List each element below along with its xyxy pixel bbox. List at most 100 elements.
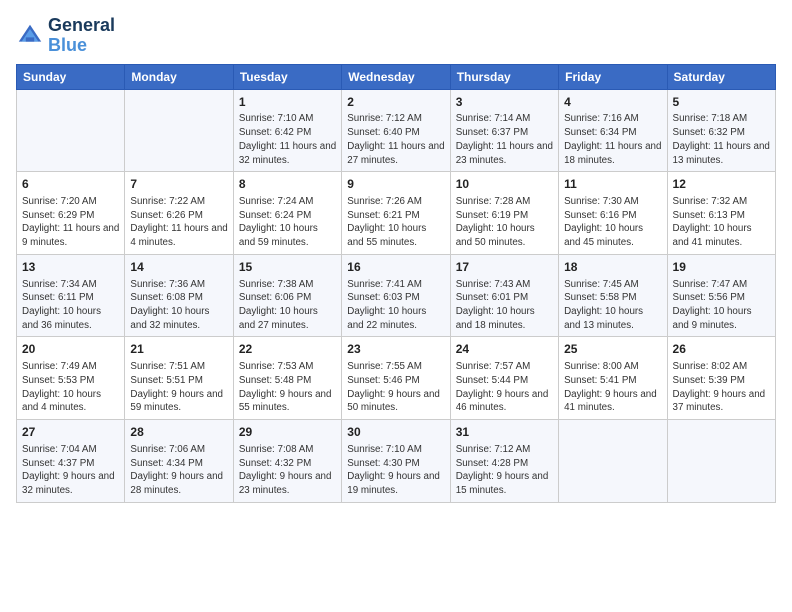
day-number: 21 [130,341,227,358]
calendar-cell: 24 Sunrise: 7:57 AM Sunset: 5:44 PM Dayli… [450,337,558,420]
day-number: 26 [673,341,770,358]
calendar-cell: 26Sunrise: 8:02 AM Sunset: 5:39 PM Dayli… [667,337,775,420]
day-detail: Sunrise: 7:08 AM Sunset: 4:32 PM Dayligh… [239,443,336,498]
calendar-cell: 17 Sunrise: 7:43 AM Sunset: 6:01 PM Dayli… [450,254,558,337]
day-detail: Sunrise: 7:12 AM Sunset: 6:40 PM Dayligh… [347,112,444,167]
day-number: 11 [564,176,661,193]
day-detail: Sunrise: 7:38 AM Sunset: 6:06 PM Dayligh… [239,278,336,333]
calendar-cell: 30 Sunrise: 7:10 AM Sunset: 4:30 PM Dayli… [342,420,450,503]
day-number: 2 [347,94,444,111]
calendar-cell: 4Sunrise: 7:16 AM Sunset: 6:34 PM Daylig… [559,89,667,172]
calendar-cell: 6Sunrise: 7:20 AM Sunset: 6:29 PM Daylig… [17,172,125,255]
day-number: 22 [239,341,336,358]
calendar-cell [125,89,233,172]
logo-icon [16,22,44,50]
calendar-cell: 16 Sunrise: 7:41 AM Sunset: 6:03 PM Dayli… [342,254,450,337]
calendar-cell: 2Sunrise: 7:12 AM Sunset: 6:40 PM Daylig… [342,89,450,172]
day-number: 31 [456,424,553,441]
day-detail: Sunrise: 7:41 AM Sunset: 6:03 PM Dayligh… [347,278,444,333]
day-detail: Sunrise: 7:30 AM Sunset: 6:16 PM Dayligh… [564,195,661,250]
day-number: 25 [564,341,661,358]
day-number: 27 [22,424,119,441]
logo-text: General Blue [48,16,115,56]
day-number: 6 [22,176,119,193]
day-detail: Sunrise: 8:00 AM Sunset: 5:41 PM Dayligh… [564,360,661,415]
calendar-cell: 31 Sunrise: 7:12 AM Sunset: 4:28 PM Dayli… [450,420,558,503]
calendar-cell: 21 Sunrise: 7:51 AM Sunset: 5:51 PM Dayli… [125,337,233,420]
calendar-cell: 11 Sunrise: 7:30 AM Sunset: 6:16 PM Dayli… [559,172,667,255]
day-detail: Sunrise: 7:43 AM Sunset: 6:01 PM Dayligh… [456,278,553,333]
calendar-cell: 22 Sunrise: 7:53 AM Sunset: 5:48 PM Dayli… [233,337,341,420]
day-detail: Sunrise: 7:18 AM Sunset: 6:32 PM Dayligh… [673,112,770,167]
day-number: 24 [456,341,553,358]
day-detail: Sunrise: 7:36 AM Sunset: 6:08 PM Dayligh… [130,278,227,333]
day-number: 20 [22,341,119,358]
day-detail: Sunrise: 7:24 AM Sunset: 6:24 PM Dayligh… [239,195,336,250]
calendar-cell: 29 Sunrise: 7:08 AM Sunset: 4:32 PM Dayli… [233,420,341,503]
day-detail: Sunrise: 7:49 AM Sunset: 5:53 PM Dayligh… [22,360,119,415]
day-detail: Sunrise: 7:22 AM Sunset: 6:26 PM Dayligh… [130,195,227,250]
day-number: 29 [239,424,336,441]
day-number: 14 [130,259,227,276]
calendar-cell: 20 Sunrise: 7:49 AM Sunset: 5:53 PM Dayli… [17,337,125,420]
calendar-cell: 27Sunrise: 7:04 AM Sunset: 4:37 PM Dayli… [17,420,125,503]
calendar-cell: 8Sunrise: 7:24 AM Sunset: 6:24 PM Daylig… [233,172,341,255]
day-number: 30 [347,424,444,441]
week-row-1: 1Sunrise: 7:10 AM Sunset: 6:42 PM Daylig… [17,89,776,172]
day-detail: Sunrise: 7:45 AM Sunset: 5:58 PM Dayligh… [564,278,661,333]
calendar-cell: 18 Sunrise: 7:45 AM Sunset: 5:58 PM Dayli… [559,254,667,337]
calendar-cell: 9 Sunrise: 7:26 AM Sunset: 6:21 PM Daylig… [342,172,450,255]
calendar-cell: 5Sunrise: 7:18 AM Sunset: 6:32 PM Daylig… [667,89,775,172]
calendar-cell: 12Sunrise: 7:32 AM Sunset: 6:13 PM Dayli… [667,172,775,255]
day-header-monday: Monday [125,64,233,89]
day-number: 13 [22,259,119,276]
day-detail: Sunrise: 7:06 AM Sunset: 4:34 PM Dayligh… [130,443,227,498]
day-header-wednesday: Wednesday [342,64,450,89]
day-detail: Sunrise: 7:10 AM Sunset: 4:30 PM Dayligh… [347,443,444,498]
day-detail: Sunrise: 7:12 AM Sunset: 4:28 PM Dayligh… [456,443,553,498]
calendar-cell: 25 Sunrise: 8:00 AM Sunset: 5:41 PM Dayli… [559,337,667,420]
day-number: 1 [239,94,336,111]
calendar-cell: 3Sunrise: 7:14 AM Sunset: 6:37 PM Daylig… [450,89,558,172]
week-row-4: 20 Sunrise: 7:49 AM Sunset: 5:53 PM Dayli… [17,337,776,420]
day-detail: Sunrise: 7:14 AM Sunset: 6:37 PM Dayligh… [456,112,553,167]
week-row-2: 6Sunrise: 7:20 AM Sunset: 6:29 PM Daylig… [17,172,776,255]
day-header-thursday: Thursday [450,64,558,89]
day-number: 3 [456,94,553,111]
day-number: 9 [347,176,444,193]
day-detail: Sunrise: 7:34 AM Sunset: 6:11 PM Dayligh… [22,278,119,333]
calendar-cell: 10Sunrise: 7:28 AM Sunset: 6:19 PM Dayli… [450,172,558,255]
calendar-cell: 19 Sunrise: 7:47 AM Sunset: 5:56 PM Dayli… [667,254,775,337]
day-detail: Sunrise: 7:47 AM Sunset: 5:56 PM Dayligh… [673,278,770,333]
day-number: 7 [130,176,227,193]
day-detail: Sunrise: 7:26 AM Sunset: 6:21 PM Dayligh… [347,195,444,250]
calendar-cell: 14 Sunrise: 7:36 AM Sunset: 6:08 PM Dayli… [125,254,233,337]
day-header-tuesday: Tuesday [233,64,341,89]
day-number: 23 [347,341,444,358]
day-number: 18 [564,259,661,276]
day-number: 4 [564,94,661,111]
day-header-sunday: Sunday [17,64,125,89]
calendar-cell [17,89,125,172]
calendar-cell: 28Sunrise: 7:06 AM Sunset: 4:34 PM Dayli… [125,420,233,503]
calendar-cell: 23Sunrise: 7:55 AM Sunset: 5:46 PM Dayli… [342,337,450,420]
day-detail: Sunrise: 7:53 AM Sunset: 5:48 PM Dayligh… [239,360,336,415]
calendar-cell: 13 Sunrise: 7:34 AM Sunset: 6:11 PM Dayli… [17,254,125,337]
calendar-cell: 7 Sunrise: 7:22 AM Sunset: 6:26 PM Daylig… [125,172,233,255]
page-header: General Blue [16,16,776,56]
day-detail: Sunrise: 7:57 AM Sunset: 5:44 PM Dayligh… [456,360,553,415]
day-header-friday: Friday [559,64,667,89]
day-number: 5 [673,94,770,111]
day-number: 19 [673,259,770,276]
calendar-cell: 15Sunrise: 7:38 AM Sunset: 6:06 PM Dayli… [233,254,341,337]
day-number: 10 [456,176,553,193]
day-number: 17 [456,259,553,276]
day-number: 16 [347,259,444,276]
day-header-saturday: Saturday [667,64,775,89]
week-row-3: 13 Sunrise: 7:34 AM Sunset: 6:11 PM Dayli… [17,254,776,337]
day-detail: Sunrise: 7:51 AM Sunset: 5:51 PM Dayligh… [130,360,227,415]
logo: General Blue [16,16,115,56]
day-detail: Sunrise: 7:10 AM Sunset: 6:42 PM Dayligh… [239,112,336,167]
day-number: 12 [673,176,770,193]
calendar-table: SundayMondayTuesdayWednesdayThursdayFrid… [16,64,776,503]
